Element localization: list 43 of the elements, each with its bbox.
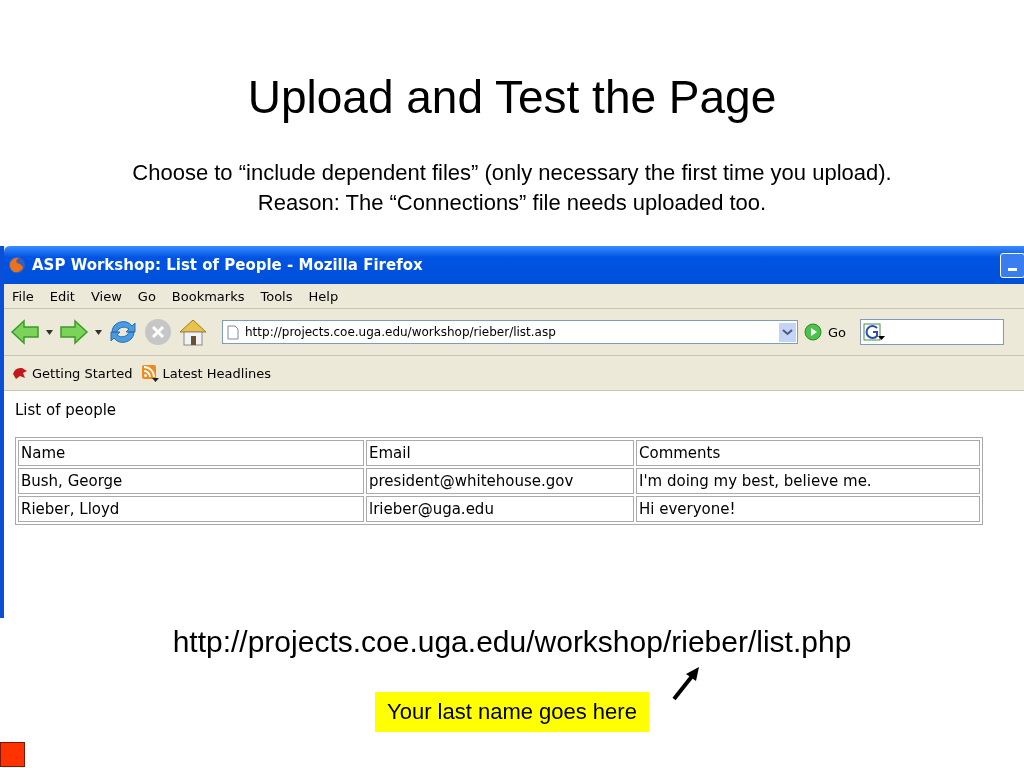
column-header: Comments — [636, 440, 980, 466]
dropdown-button-icon[interactable] — [779, 322, 796, 342]
page-icon — [227, 324, 239, 340]
menu-item[interactable]: Tools — [260, 288, 293, 304]
minimize-button[interactable] — [1000, 252, 1024, 278]
column-header: Name — [18, 440, 364, 466]
callout-label: Your last name goes here — [375, 692, 649, 732]
subtitle-line: Choose to “include dependent files” (only necessary the first time you upload). — [131, 159, 893, 187]
search-engine-icon[interactable] — [863, 323, 886, 341]
dropdown-arrow-icon[interactable] — [95, 329, 102, 335]
go-icon[interactable] — [804, 323, 822, 341]
slide-title: Upload and Test the Page — [246, 70, 778, 124]
corner-square — [0, 742, 25, 767]
address-field[interactable]: http://projects.coe.uga.edu/workshop/rieber/list.asp — [222, 320, 798, 344]
menu-item[interactable]: Bookmarks — [171, 288, 245, 304]
search-field[interactable] — [860, 319, 1005, 345]
menu-item[interactable]: Help — [308, 288, 339, 304]
table-cell: Rieber, Lloyd — [18, 496, 364, 522]
table-cell: Hi everyone! — [636, 496, 980, 522]
table-cell: I'm doing my best, believe me. — [636, 468, 980, 494]
menu-item[interactable]: View — [90, 288, 122, 304]
bookmark-link[interactable]: Latest Headlines — [162, 365, 272, 381]
url-text: http://projects.coe.uga.edu/workshop/rieber/list.asp — [245, 325, 557, 339]
page-heading: List of people — [15, 401, 118, 419]
table-cell: lrieber@uga.edu — [366, 496, 634, 522]
back-arrow-icon[interactable] — [10, 319, 40, 345]
table-cell: Bush, George — [18, 468, 364, 494]
pointer-arrow — [672, 665, 702, 701]
column-header: Email — [366, 440, 634, 466]
home-icon[interactable] — [178, 317, 208, 347]
go-button[interactable]: Go — [828, 324, 847, 340]
menu-item[interactable]: File — [12, 288, 34, 304]
subtitle-line: Reason: The “Connections” file needs uploaded too. — [256, 189, 768, 217]
feed-icon — [140, 364, 159, 382]
table-cell: president@whitehouse.gov — [366, 468, 634, 494]
forward-arrow-icon[interactable] — [59, 319, 89, 345]
reload-icon[interactable] — [108, 318, 138, 346]
url-caption: http://projects.coe.uga.edu/workshop/rieber/list.php — [171, 624, 853, 660]
window-title: ASP Workshop: List of People - Mozilla Firefox — [32, 256, 423, 274]
bookmark-link[interactable]: Getting Started — [32, 365, 133, 381]
menu-item[interactable]: Edit — [49, 288, 75, 304]
menu-item[interactable]: Go — [137, 288, 156, 304]
dropdown-arrow-icon[interactable] — [46, 329, 53, 335]
